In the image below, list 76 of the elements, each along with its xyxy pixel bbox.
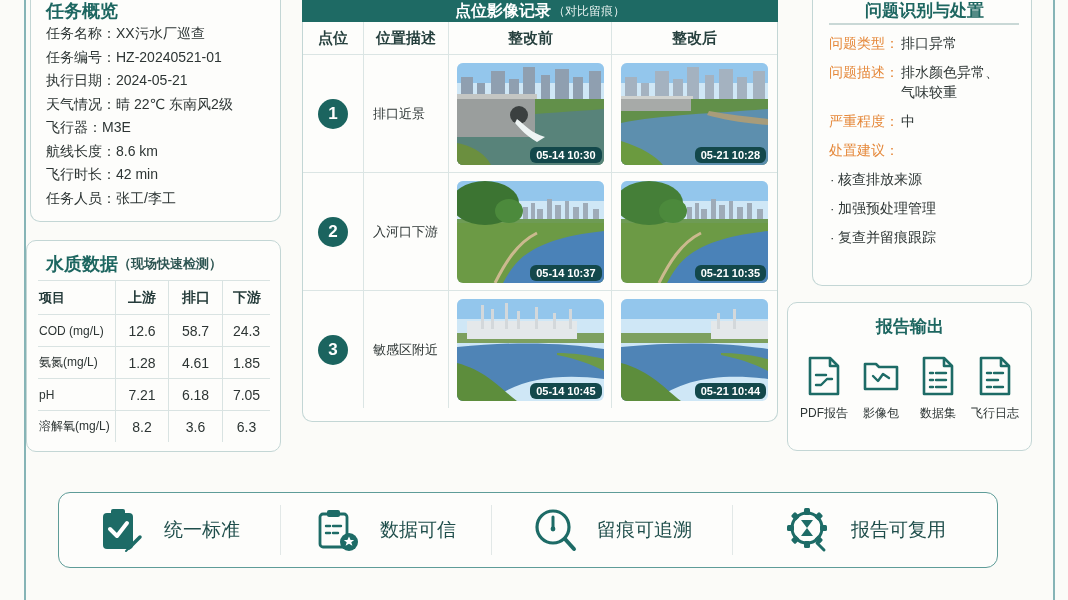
field-value: 晴 22℃ 东南风2级 <box>116 95 233 112</box>
table-cell: pH <box>38 378 115 410</box>
field-label: 问题描述： <box>829 64 899 82</box>
field-value: XX污水厂巡查 <box>116 25 205 41</box>
field-label: 执行日期： <box>46 72 116 88</box>
feature-label: 统一标准 <box>163 518 240 542</box>
feature-label: 留痕可追溯 <box>596 518 692 542</box>
field-label: 任务名称： <box>46 25 116 41</box>
column-header: 整改前 <box>448 22 611 54</box>
suggestion-item: · 复查并留痕跟踪 <box>829 229 937 247</box>
column-header: 上游 <box>115 280 168 314</box>
location-text: 入河口下游 <box>373 222 438 241</box>
clock-search-icon <box>532 507 577 553</box>
card-subtitle: （现场快速检测） <box>118 255 222 273</box>
field-label: 航线长度： <box>46 142 116 159</box>
field-label: 飞行器： <box>46 119 102 135</box>
field-value: 2024-05-21 <box>116 72 188 88</box>
document-list-icon <box>921 355 955 397</box>
column-header: 位置描述 <box>363 22 448 54</box>
field-label: 问题类型： <box>829 35 899 53</box>
card-title: 水质数据 <box>46 253 118 276</box>
feature-label: 报告可复用 <box>850 518 946 542</box>
table-cell: 氨氮(mg/L) <box>38 346 115 378</box>
location-text: 排口近景 <box>373 104 425 123</box>
step-number: 2 <box>318 216 348 247</box>
field-label: 飞行时长： <box>46 166 116 182</box>
feature-label: 数据可信 <box>380 518 456 542</box>
step-number: 3 <box>318 334 348 365</box>
clipboard-star-icon <box>316 507 360 553</box>
field-label: 严重程度： <box>829 113 899 131</box>
column-header: 点位 <box>317 28 349 48</box>
report-label: PDF报告 <box>800 405 848 421</box>
card-title: 问题识别与处置 <box>863 0 985 21</box>
table-cell: COD (mg/L) <box>38 314 115 346</box>
field-value: 8.6 km <box>116 142 158 159</box>
table-cell: 1.28 <box>115 346 168 378</box>
report-label: 影像包 <box>863 405 899 421</box>
table-cell: 24.3 <box>222 314 270 346</box>
field-label: 天气情况： <box>46 95 116 112</box>
field-value: 中 <box>901 113 916 131</box>
table-cell: 1.85 <box>222 346 270 378</box>
card-title: 任务概览 <box>46 0 119 22</box>
table-cell: 6.18 <box>168 378 222 410</box>
table-cell: 7.21 <box>115 378 168 410</box>
column-header: 整改后 <box>611 22 777 54</box>
report-label: 飞行日志 <box>971 405 1019 421</box>
table-cell: 4.61 <box>168 346 222 378</box>
field-value: M3E <box>102 119 131 135</box>
card-subtitle: （对比留痕） <box>553 2 625 20</box>
document-list-icon <box>978 355 1012 397</box>
field-value: HZ-20240521-01 <box>116 48 222 65</box>
table-cell: 3.6 <box>168 410 222 442</box>
field-label: 任务编号： <box>46 48 116 65</box>
table-cell: 8.2 <box>115 410 168 442</box>
table-cell: 6.3 <box>222 410 270 442</box>
card-title: 报告输出 <box>874 316 945 338</box>
location-text: 敏感区附近 <box>373 340 438 359</box>
table-cell: 7.05 <box>222 378 270 410</box>
report-label: 数据集 <box>920 405 956 421</box>
suggestion-item: · 核查排放来源 <box>829 171 923 189</box>
field-label: 任务人员： <box>46 189 116 206</box>
table-cell: 12.6 <box>115 314 168 346</box>
field-value: 42 min <box>116 166 159 182</box>
document-chart-icon <box>807 355 841 397</box>
table-cell: 溶解氧(mg/L) <box>38 410 115 442</box>
field-label: 处置建议： <box>829 142 899 160</box>
column-header: 下游 <box>222 280 270 314</box>
suggestion-item: · 加强预处理管理 <box>829 200 937 218</box>
table-cell: 58.7 <box>168 314 222 346</box>
column-header: 项目 <box>38 280 115 314</box>
step-number: 1 <box>318 98 348 129</box>
column-header: 排口 <box>168 280 222 314</box>
field-value: 张工/李工 <box>116 189 176 206</box>
card-title: 点位影像记录 <box>455 0 551 21</box>
field-value: 排口异常 <box>901 35 958 53</box>
field-value: 排水颜色异常、气味较重 <box>901 64 1000 102</box>
